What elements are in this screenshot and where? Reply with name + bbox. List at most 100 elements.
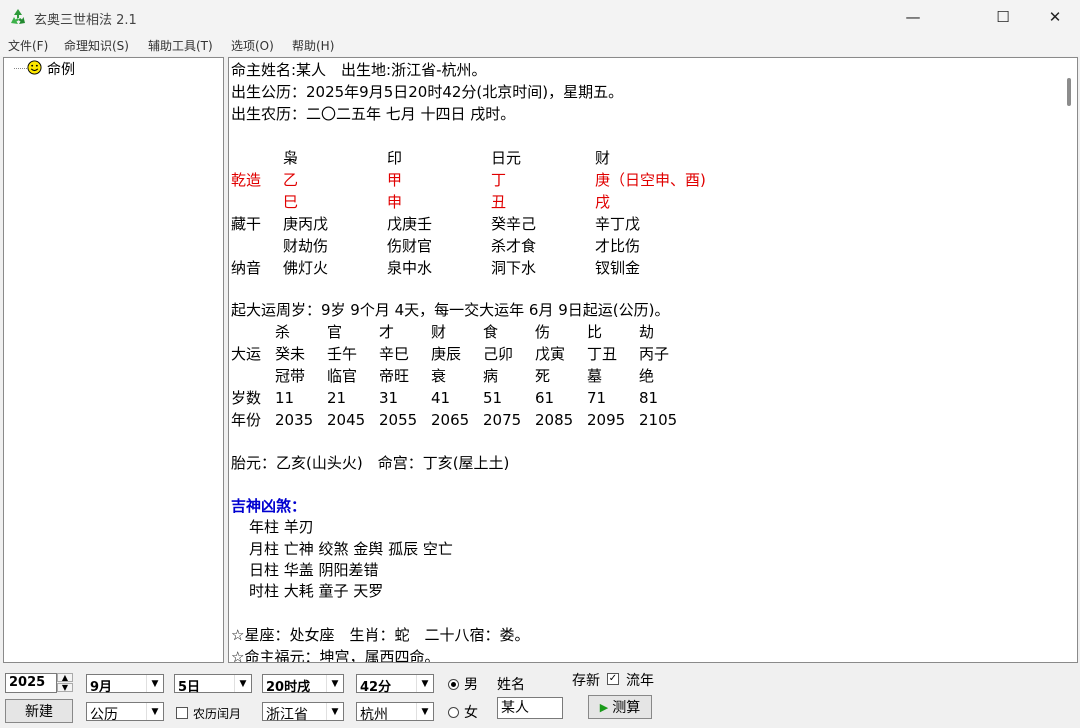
changsheng-cell: 死: [535, 367, 551, 385]
female-radio[interactable]: [448, 707, 459, 718]
dayun-cell: 戊寅: [535, 345, 566, 363]
solar-date-line: 出生公历：2025年9月5日20时42分(北京时间)，星期五。: [231, 83, 624, 101]
nayin-cell: 佛灯火: [283, 259, 329, 277]
suishu-cell: 21: [327, 389, 347, 407]
canggan-cell: 庚丙戊: [283, 215, 329, 233]
chevron-down-icon: ▼: [146, 675, 163, 692]
window-title: 玄奥三世相法 2.1: [34, 13, 137, 28]
result-text-area[interactable]: 命主姓名:某人 出生地:浙江省-杭州。 出生公历：2025年9月5日20时42分…: [228, 57, 1078, 663]
nianfen-cell: 2045: [327, 411, 366, 429]
dayun-shen-cell: 杀: [275, 323, 291, 341]
dayun-shen-cell: 劫: [639, 323, 655, 341]
canggan-shen-cell: 杀才食: [491, 237, 537, 255]
dayun-cell: 癸未: [275, 345, 306, 363]
nianfen-cell: 2105: [639, 411, 678, 429]
taiyuan-line: 胎元：乙亥(山头火) 命宫：丁亥(屋上土): [231, 454, 510, 472]
arrow-down-icon: ▼: [61, 683, 69, 692]
hour-value: 20时戌: [266, 680, 311, 695]
changsheng-cell: 冠带: [275, 367, 306, 385]
dayun-shen-cell: 食: [483, 323, 499, 341]
leap-month-checkbox[interactable]: [176, 707, 188, 719]
dizhi-cell: 戌: [595, 193, 611, 211]
calendar-value: 公历: [90, 707, 118, 723]
arrow-up-icon: ▲: [61, 673, 69, 682]
year-up-button[interactable]: ▲: [57, 673, 73, 682]
dayun-shen-cell: 财: [431, 323, 447, 341]
scroll-thumb[interactable]: [1067, 78, 1071, 106]
menu-bar: 文件(F) 命理知识(S) 辅助工具(T) 选项(O) 帮助(H): [0, 34, 1080, 56]
dayun-label: 大运: [231, 345, 262, 363]
vertical-scrollbar[interactable]: [1060, 58, 1077, 662]
liunian-checkbox[interactable]: ✓: [607, 673, 619, 685]
chevron-down-icon: ▼: [416, 703, 433, 720]
recycle-icon: [11, 9, 25, 24]
suishu-cell: 81: [639, 389, 659, 407]
menu-tools[interactable]: 辅助工具(T): [148, 37, 213, 54]
chevron-down-icon: ▼: [326, 675, 343, 692]
canggan-shen-cell: 伤财官: [387, 237, 433, 255]
dizhi-cell: 申: [387, 193, 403, 211]
nianfen-cell: 2075: [483, 411, 522, 429]
minute-select[interactable]: 42分 ▼: [356, 674, 434, 695]
shishen-cell: 印: [387, 149, 403, 167]
shishen-cell: 财: [595, 149, 611, 167]
province-select[interactable]: 浙江省 ▼: [262, 702, 344, 723]
title-bar: 玄奥三世相法 2.1 — ☐ ✕: [0, 0, 1080, 34]
tiangan-cell: 乙: [283, 171, 299, 189]
input-panel: 2025 ▲ ▼ 9月 ▼ 5日 ▼ 20时戌 ▼ 42分 ▼ 男 姓名 存新 …: [0, 664, 1080, 728]
nayin-cell: 钗钏金: [595, 259, 641, 277]
fuyuan-line: ☆命主福元：坤宫，属西四命。: [231, 648, 440, 663]
dayun-shen-cell: 官: [327, 323, 343, 341]
month-value: 9月: [90, 680, 113, 695]
city-select[interactable]: 杭州 ▼: [356, 702, 434, 723]
name-input[interactable]: 某人: [497, 697, 563, 719]
minimize-button[interactable]: —: [890, 0, 936, 34]
dayun-cell: 庚辰: [431, 345, 462, 363]
menu-file[interactable]: 文件(F): [8, 37, 48, 54]
day-select[interactable]: 5日 ▼: [174, 674, 252, 695]
province-value: 浙江省: [266, 707, 308, 723]
changsheng-cell: 绝: [639, 367, 655, 385]
calendar-select[interactable]: 公历 ▼: [86, 702, 164, 723]
chevron-down-icon: ▼: [416, 675, 433, 692]
changsheng-cell: 衰: [431, 367, 447, 385]
jishen-line: 年柱 羊刃: [249, 518, 314, 536]
tree-item-root[interactable]: 命例: [47, 59, 75, 79]
owner-line: 命主姓名:某人 出生地:浙江省-杭州。: [231, 61, 487, 79]
menu-knowledge[interactable]: 命理知识(S): [64, 37, 129, 54]
close-button[interactable]: ✕: [1032, 0, 1078, 34]
day-value: 5日: [178, 680, 201, 695]
lunar-date-line: 出生农历：二〇二五年 七月 十四日 戌时。: [231, 105, 516, 123]
maximize-button[interactable]: ☐: [980, 0, 1026, 34]
shishen-cell: 枭: [283, 149, 299, 167]
changsheng-cell: 病: [483, 367, 499, 385]
jishen-line: 日柱 华盖 阴阳差错: [249, 561, 379, 579]
changsheng-cell: 墓: [587, 367, 603, 385]
name-label: 姓名: [497, 677, 525, 693]
nianfen-cell: 2035: [275, 411, 314, 429]
calculate-button[interactable]: ▶ 测算: [588, 695, 652, 719]
suishu-cell: 11: [275, 389, 295, 407]
suishu-cell: 61: [535, 389, 555, 407]
suishu-cell: 71: [587, 389, 607, 407]
play-icon: ▶: [599, 700, 609, 714]
minute-value: 42分: [360, 680, 392, 695]
hour-select[interactable]: 20时戌 ▼: [262, 674, 344, 695]
dayun-cell: 辛巳: [379, 345, 410, 363]
nianfen-label: 年份: [231, 411, 262, 429]
month-select[interactable]: 9月 ▼: [86, 674, 164, 695]
year-down-button[interactable]: ▼: [57, 683, 73, 692]
menu-help[interactable]: 帮助(H): [292, 37, 334, 54]
case-tree[interactable]: 命例: [3, 57, 224, 663]
save-new-label: 存新: [572, 673, 600, 689]
male-radio[interactable]: [448, 679, 459, 690]
tiangan-cell: 丁: [491, 171, 507, 189]
close-icon: ✕: [1048, 8, 1062, 26]
menu-options[interactable]: 选项(O): [231, 37, 274, 54]
changsheng-cell: 临官: [327, 367, 358, 385]
new-button[interactable]: 新建: [5, 699, 73, 723]
jishen-line: 时柱 大耗 童子 天罗: [249, 582, 384, 600]
changsheng-cell: 帝旺: [379, 367, 410, 385]
year-input[interactable]: 2025: [5, 673, 57, 693]
canggan-shen-cell: 财劫伤: [283, 237, 329, 255]
